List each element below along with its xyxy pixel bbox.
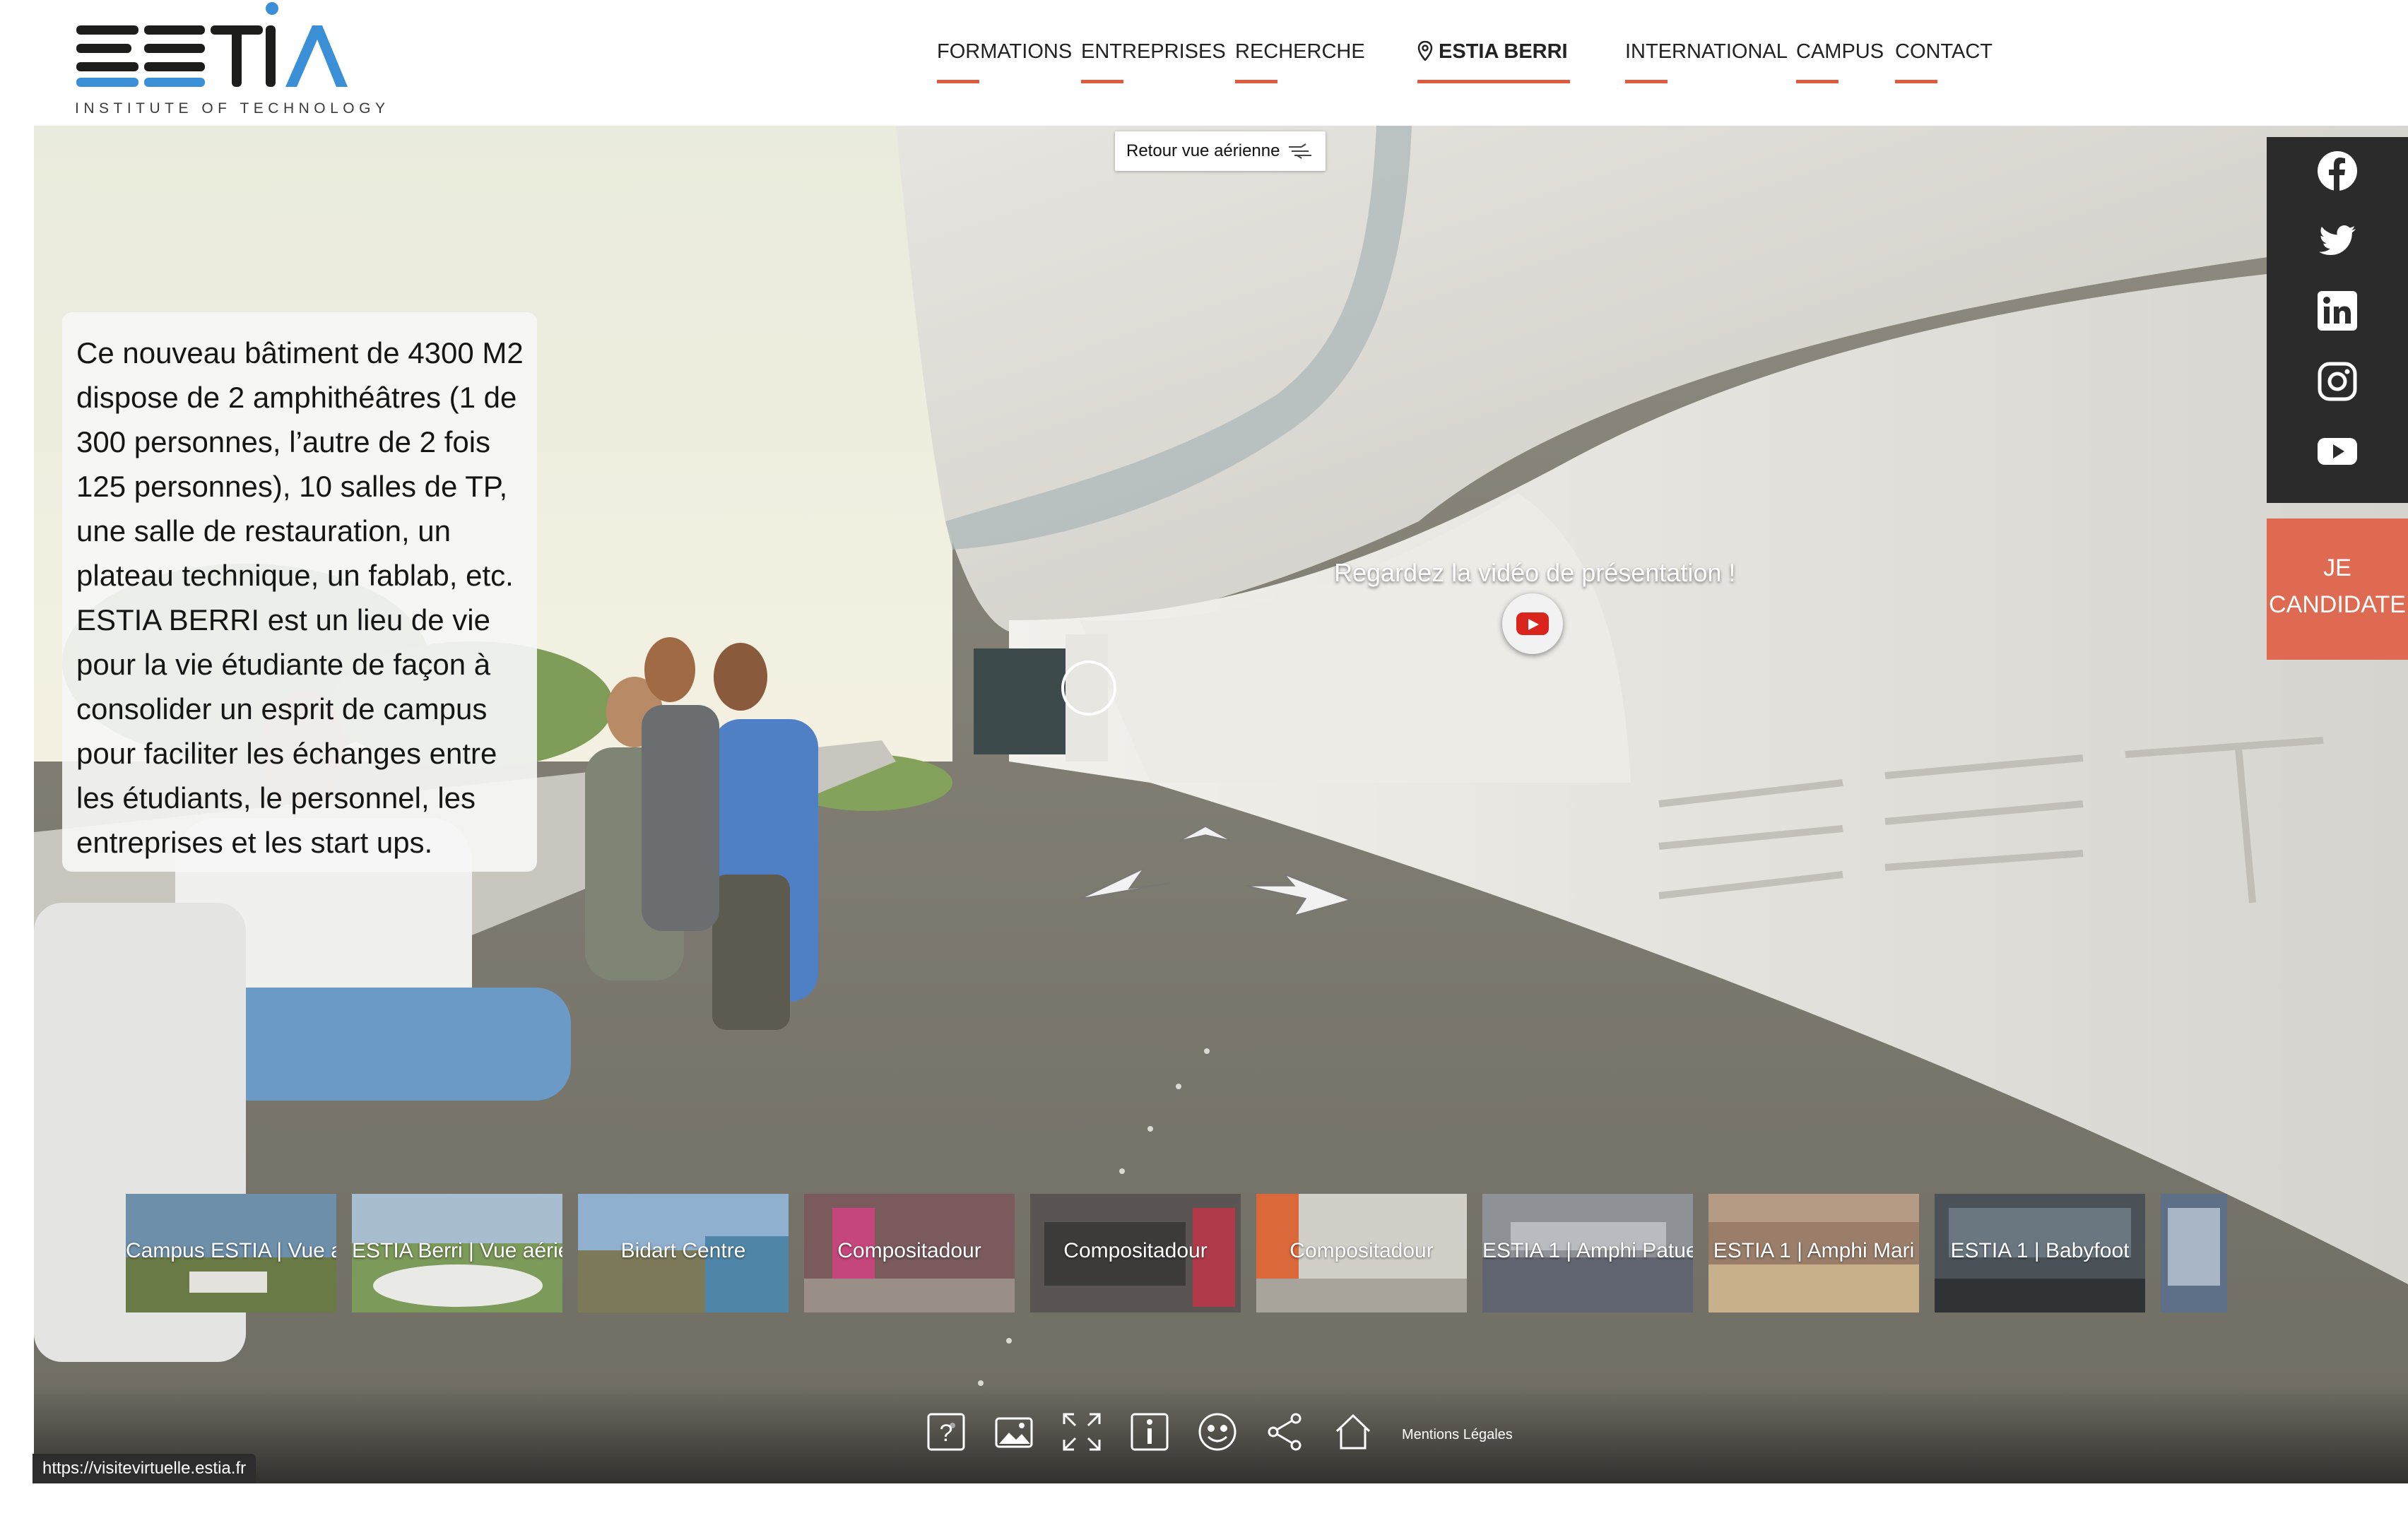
- nav-label: INTERNATIONAL: [1625, 40, 1788, 63]
- thumb-label: ESTIA 1 | Amphi Mari: [1713, 1239, 1915, 1262]
- thumb-babyfoot[interactable]: ESTIA 1 | Babyfoot: [1935, 1194, 2145, 1312]
- nav-label: ESTIA BERRI: [1439, 40, 1568, 63]
- svg-text:?: ?: [940, 1420, 953, 1447]
- instagram-icon[interactable]: [2316, 360, 2359, 403]
- thumb-estia-berri[interactable]: ESTIA Berri | Vue aérie: [352, 1194, 562, 1312]
- thumb-label: Compositadour: [1289, 1239, 1434, 1262]
- info-icon[interactable]: [1129, 1411, 1170, 1452]
- nav-international[interactable]: INTERNATIONAL: [1625, 40, 1788, 83]
- thumb-label: ESTIA 1 | Amphi Patue: [1482, 1239, 1693, 1262]
- thumb-label: Bidart Centre: [620, 1239, 746, 1262]
- nav-underline: [1417, 80, 1570, 83]
- aerial-view-label: Retour vue aérienne: [1126, 141, 1280, 160]
- help-icon[interactable]: ?: [926, 1411, 967, 1452]
- youtube-play-icon: [1516, 612, 1549, 635]
- hotspot-entrance[interactable]: [1061, 660, 1116, 716]
- nav-underline: [1081, 80, 1123, 83]
- nav-label: ENTREPRISES: [1081, 40, 1226, 63]
- youtube-icon[interactable]: [2316, 429, 2359, 472]
- share-icon[interactable]: [1265, 1411, 1306, 1452]
- nav-label: FORMATIONS: [937, 40, 1073, 63]
- legal-mentions-link[interactable]: Mentions Légales: [1402, 1427, 1513, 1443]
- vr-mask-icon[interactable]: [1197, 1411, 1238, 1452]
- video-label: Regardez la vidéo de présentation !: [1334, 558, 1736, 587]
- site-header: INSTITUTE OF TECHNOLOGY FORMATIONS ENTRE…: [0, 0, 2408, 126]
- info-text: Ce nouveau bâtiment de 4300 M2 dispose d…: [76, 336, 524, 859]
- home-icon[interactable]: [1333, 1411, 1374, 1452]
- nav-entreprises[interactable]: ENTREPRISES: [1081, 40, 1226, 83]
- apply-button[interactable]: JE CANDIDATE: [2267, 518, 2408, 660]
- nav-underline: [1625, 80, 1668, 83]
- nav-formations[interactable]: FORMATIONS: [937, 40, 1073, 83]
- thumb-label: Campus ESTIA | Vue a: [126, 1239, 336, 1262]
- nav-campus[interactable]: CAMPUS: [1796, 40, 1884, 83]
- linkedin-icon[interactable]: [2316, 290, 2359, 332]
- fullscreen-icon[interactable]: [1061, 1411, 1102, 1452]
- thumb-next[interactable]: [2161, 1194, 2227, 1312]
- gallery-icon[interactable]: [993, 1411, 1034, 1452]
- nav-underline: [1235, 80, 1277, 83]
- nav-recherche[interactable]: RECHERCHE: [1235, 40, 1365, 83]
- thumb-label: ESTIA Berri | Vue aérie: [352, 1239, 562, 1262]
- apply-label-line1: JE: [2323, 555, 2351, 581]
- video-play-button[interactable]: [1502, 593, 1563, 654]
- nav-label: CAMPUS: [1796, 40, 1884, 63]
- apply-label-line2: CANDIDATE: [2269, 591, 2406, 618]
- nav-arrow-right[interactable]: [1245, 872, 1351, 918]
- thumb-campus-estia[interactable]: Campus ESTIA | Vue a: [126, 1194, 336, 1312]
- thumb-image: [2161, 1194, 2227, 1312]
- info-panel: Ce nouveau bâtiment de 4300 M2 dispose d…: [62, 312, 537, 872]
- thumb-compositadour-2[interactable]: Compositadour: [1030, 1194, 1241, 1312]
- nav-arrow-forward[interactable]: [1179, 825, 1232, 846]
- nav-label: RECHERCHE: [1235, 40, 1365, 63]
- aerial-view-icon: [1289, 143, 1311, 159]
- location-pin-icon: [1417, 41, 1433, 61]
- nav-underline: [937, 80, 979, 83]
- nav-estia-berri[interactable]: ESTIA BERRI: [1417, 40, 1570, 83]
- social-sidebar: [2267, 137, 2408, 503]
- status-url: https://visitevirtuelle.estia.fr: [33, 1454, 256, 1483]
- thumb-label: Compositadour: [837, 1239, 981, 1262]
- nav-arrow-left[interactable]: [1080, 867, 1171, 904]
- logo-tagline: INSTITUTE OF TECHNOLOGY: [75, 100, 390, 117]
- aerial-view-button[interactable]: Retour vue aérienne: [1115, 131, 1326, 171]
- thumb-amphi-patue[interactable]: ESTIA 1 | Amphi Patue: [1482, 1194, 1693, 1312]
- nav-contact[interactable]: CONTACT: [1895, 40, 1993, 83]
- thumb-amphi-mari[interactable]: ESTIA 1 | Amphi Mari: [1708, 1194, 1919, 1312]
- thumb-compositadour-3[interactable]: Compositadour: [1256, 1194, 1467, 1312]
- twitter-icon[interactable]: [2316, 219, 2359, 261]
- thumb-label: Compositadour: [1063, 1239, 1208, 1262]
- facebook-icon[interactable]: [2316, 150, 2359, 192]
- nav-underline: [1895, 80, 1937, 83]
- thumb-compositadour-1[interactable]: Compositadour: [804, 1194, 1015, 1312]
- nav-label: CONTACT: [1895, 40, 1993, 63]
- thumb-bidart-centre[interactable]: Bidart Centre: [578, 1194, 789, 1312]
- nav-underline: [1796, 80, 1839, 83]
- thumb-label: ESTIA 1 | Babyfoot: [1950, 1239, 2130, 1262]
